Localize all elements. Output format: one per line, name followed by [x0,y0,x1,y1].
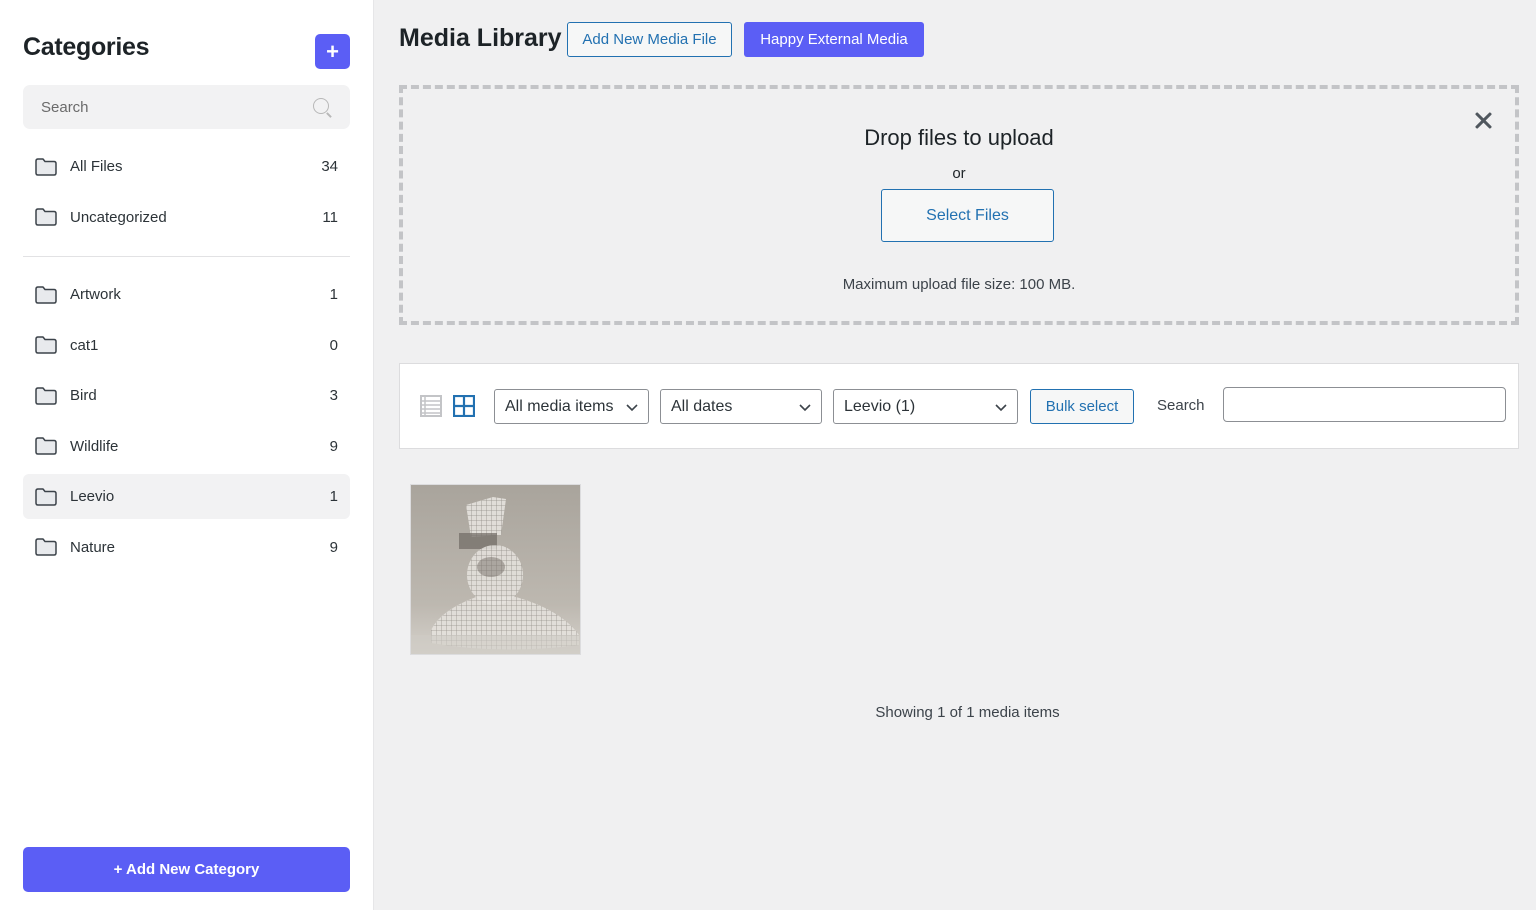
happy-external-media-button[interactable]: Happy External Media [744,22,924,57]
category-label: All Files [70,158,123,175]
category-label: Leevio [70,488,115,505]
category-count: 34 [321,158,338,175]
category-label: Nature [70,538,116,556]
media-search-input[interactable] [1223,387,1506,422]
category-label: Uncategorized [70,208,167,226]
folder-icon [35,437,57,455]
category-list: Artwork 1 cat1 0 Bird 3 Wildlife 9 Leevio 1 Nature… [23,272,350,575]
category-item-leevio[interactable]: Leevio 1 [23,474,350,519]
add-category-icon-button[interactable]: + [315,34,350,69]
close-icon[interactable] [1471,109,1495,133]
category-count: 11 [322,208,338,226]
sidebar-title: Categories [23,33,150,61]
media-toolbar: All media items All dates Leevio (1) Bul… [399,363,1519,449]
category-filter[interactable]: Leevio (1) [833,389,1018,424]
upload-dropzone[interactable]: Drop files to upload or Select Files Max… [399,85,1519,325]
plus-icon: + [326,38,339,64]
date-filter-value: All dates [671,397,733,415]
category-count: 1 [329,488,338,505]
category-count: 1 [329,286,338,303]
chevron-down-icon [995,403,1007,411]
category-item-bird[interactable]: Bird 3 [23,373,350,418]
primary-category-list: All Files 34 Uncategorized 11 [23,144,350,245]
grid-view-icon[interactable] [453,395,475,417]
wireframe-bust-image [411,485,580,654]
folder-icon [35,487,57,506]
add-new-category-button[interactable]: + Add New Category [23,847,350,892]
category-count: 9 [329,437,338,455]
folder-icon [35,386,57,405]
categories-sidebar: Categories + All Files34Uncategorized11 … [0,0,374,910]
category-filter-value: Leevio (1) [844,397,916,415]
chevron-down-icon [799,403,811,411]
category-label: Artwork [70,286,121,303]
media-type-filter[interactable]: All media items [494,389,649,424]
category-item-artwork[interactable]: Artwork 1 [23,272,350,317]
folder-icon [35,538,57,556]
category-count: 0 [329,336,338,354]
date-filter[interactable]: All dates [660,389,822,424]
dropzone-title: Drop files to upload [864,125,1054,150]
sidebar-divider [23,256,350,257]
category-label: Bird [70,387,97,404]
select-files-button[interactable]: Select Files [881,189,1054,242]
folder-icon [35,208,57,226]
media-count-status: Showing 1 of 1 media items [875,704,1060,721]
page-title: Media Library [399,24,562,52]
folder-icon [35,336,57,354]
category-item-uncategorized[interactable]: Uncategorized 11 [23,195,350,240]
category-item-all-files[interactable]: All Files 34 [23,144,350,189]
bulk-select-button[interactable]: Bulk select [1030,389,1134,424]
category-count: 9 [329,538,338,556]
max-upload-size: Maximum upload file size: 100 MB. [842,276,1076,293]
category-search [23,85,350,129]
search-icon[interactable] [312,97,332,117]
category-item-wildlife[interactable]: Wildlife 9 [23,424,350,469]
media-search-label: Search [1157,397,1205,414]
category-label: cat1 [70,336,99,354]
media-thumbnail[interactable] [410,484,581,655]
category-count: 3 [329,387,338,404]
category-label: Wildlife [70,437,119,455]
chevron-down-icon [626,403,638,411]
category-item-nature[interactable]: Nature 9 [23,525,350,570]
folder-icon [35,157,57,176]
folder-icon [35,285,57,304]
category-search-input[interactable] [41,98,312,116]
category-item-cat1[interactable]: cat1 0 [23,323,350,368]
list-view-icon[interactable] [420,395,442,417]
media-type-value: All media items [505,397,614,415]
dropzone-or: or [952,165,966,182]
add-new-media-button[interactable]: Add New Media File [567,22,732,57]
